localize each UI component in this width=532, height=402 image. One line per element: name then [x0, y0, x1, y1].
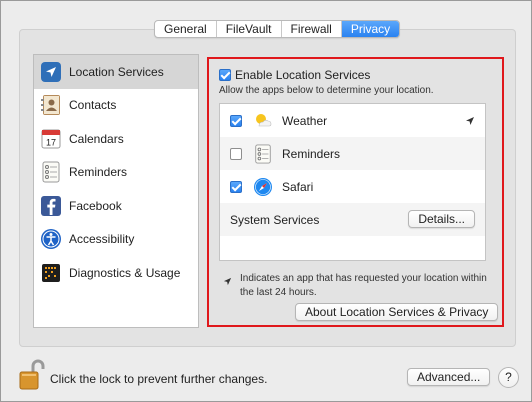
- privacy-sidebar: Location Services Contacts 17 Calendars …: [33, 54, 199, 328]
- sidebar-item-label: Location Services: [69, 64, 164, 79]
- calendar-icon: 17: [40, 128, 62, 150]
- sidebar-item-reminders[interactable]: Reminders: [34, 156, 198, 190]
- app-name: Weather: [282, 113, 328, 128]
- note-text: Indicates an app that has requested your…: [240, 273, 487, 298]
- safari-icon: [252, 176, 274, 198]
- diagnostics-icon: [40, 262, 62, 284]
- list-item-reminders: Reminders: [220, 137, 485, 170]
- location-arrow-icon: [223, 277, 232, 300]
- recent-location-arrow-icon: [465, 115, 475, 129]
- app-name: Safari: [282, 179, 314, 194]
- preferences-window: General FileVault Firewall Privacy Locat…: [0, 0, 532, 402]
- weather-checkbox[interactable]: [230, 114, 242, 127]
- reminders-checkbox[interactable]: [230, 147, 242, 160]
- sidebar-item-contacts[interactable]: Contacts: [34, 89, 198, 123]
- recent-location-note: Indicates an app that has requested your…: [223, 272, 493, 300]
- sidebar-item-label: Reminders: [69, 165, 128, 180]
- safari-checkbox[interactable]: [230, 180, 242, 193]
- tab-filevault[interactable]: FileVault: [217, 21, 282, 37]
- sidebar-item-label: Calendars: [69, 131, 124, 146]
- sidebar-item-diagnostics-usage[interactable]: Diagnostics & Usage: [34, 256, 198, 290]
- reminders-icon: [40, 161, 62, 183]
- enable-location-services-row[interactable]: Enable Location Services: [219, 68, 370, 82]
- list-item-weather: Weather: [220, 104, 485, 137]
- tab-firewall[interactable]: Firewall: [282, 21, 342, 37]
- sidebar-item-label: Diagnostics & Usage: [69, 265, 181, 280]
- accessibility-icon: [40, 228, 62, 250]
- tab-privacy[interactable]: Privacy: [341, 21, 400, 37]
- system-services-row: System Services Details...: [220, 203, 485, 236]
- advanced-button[interactable]: Advanced...: [407, 368, 491, 386]
- sidebar-item-accessibility[interactable]: Accessibility: [34, 223, 198, 257]
- sidebar-item-label: Accessibility: [69, 232, 135, 247]
- enable-location-checkbox[interactable]: [219, 69, 231, 81]
- tab-bar: General FileVault Firewall Privacy: [154, 20, 401, 38]
- app-name: Reminders: [282, 146, 341, 161]
- enable-location-label: Enable Location Services: [235, 68, 371, 82]
- lock-text: Click the lock to prevent further change…: [50, 372, 268, 386]
- sidebar-item-facebook[interactable]: Facebook: [34, 189, 198, 223]
- sidebar-item-label: Facebook: [69, 198, 122, 213]
- details-button[interactable]: Details...: [408, 210, 475, 228]
- sidebar-item-calendars[interactable]: 17 Calendars: [34, 122, 198, 156]
- sidebar-item-label: Contacts: [69, 98, 117, 113]
- help-button[interactable]: ?: [498, 367, 519, 388]
- list-item-safari: Safari: [220, 170, 485, 203]
- apps-list: Weather Reminders Safari System Services…: [219, 103, 486, 261]
- location-arrow-icon: [40, 61, 62, 83]
- allow-apps-text: Allow the apps below to determine your l…: [219, 85, 434, 96]
- reminders-icon: [252, 143, 274, 165]
- weather-icon: [252, 110, 274, 132]
- system-services-label: System Services: [230, 212, 320, 227]
- facebook-icon: [40, 195, 62, 217]
- lock-icon[interactable]: [19, 359, 45, 391]
- sidebar-item-location-services[interactable]: Location Services: [34, 55, 198, 89]
- location-services-section: Enable Location Services Allow the apps …: [207, 57, 504, 327]
- about-location-services-button[interactable]: About Location Services & Privacy: [295, 303, 499, 321]
- calendar-day-number: 17: [46, 137, 56, 147]
- tab-general[interactable]: General: [155, 21, 217, 37]
- contacts-icon: [40, 94, 62, 116]
